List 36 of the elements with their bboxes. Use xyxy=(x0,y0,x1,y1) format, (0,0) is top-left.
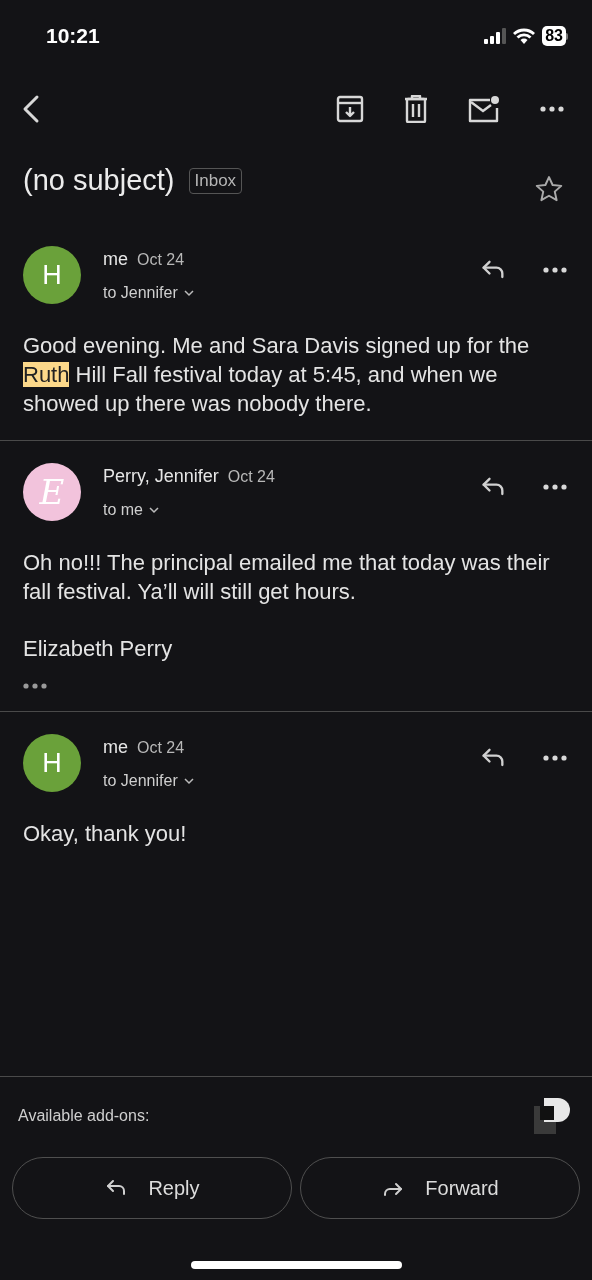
battery-indicator: 83 xyxy=(542,26,568,46)
recipients-toggle[interactable]: to Jennifer xyxy=(103,281,194,305)
archive-icon[interactable] xyxy=(336,95,364,123)
inbox-label[interactable]: Inbox xyxy=(188,168,243,194)
email-subject: (no subject) xyxy=(23,163,175,199)
sender-name: me xyxy=(103,736,128,759)
wifi-icon xyxy=(513,28,536,44)
addon-icon[interactable] xyxy=(534,1098,570,1134)
message-date: Oct 24 xyxy=(137,250,185,270)
message-body: Oh no!!! The principal emailed me that today was their fall festival. Ya’ll will still get hours. xyxy=(23,549,551,606)
more-options-icon[interactable] xyxy=(543,484,567,490)
chevron-down-icon xyxy=(183,777,194,785)
addons-label: Available add-ons: xyxy=(18,1106,150,1126)
recipients-toggle[interactable]: to me xyxy=(103,498,159,522)
more-icon[interactable] xyxy=(540,106,564,112)
avatar-letter: H xyxy=(42,746,62,780)
mark-unread-icon[interactable] xyxy=(468,95,500,123)
message-date: Oct 24 xyxy=(137,738,185,758)
trash-icon[interactable] xyxy=(404,95,428,123)
avatar-letter: E xyxy=(39,470,65,514)
status-time: 10:21 xyxy=(46,23,100,50)
sender-name: me xyxy=(103,248,128,271)
message-body: Good evening. Me and Sara Davis signed up for the Ruth Hill Fall festival today at 5:45, and when we showed up there was nobody there. xyxy=(23,332,531,418)
more-options-icon[interactable] xyxy=(543,755,567,761)
more-options-icon[interactable] xyxy=(543,267,567,273)
signal-icon xyxy=(484,28,507,44)
message-body: Elizabeth Perry xyxy=(23,635,174,663)
chevron-down-icon xyxy=(183,289,194,297)
avatar-letter: H xyxy=(42,258,62,292)
star-icon[interactable] xyxy=(534,174,564,204)
recipients-toggle[interactable]: to Jennifer xyxy=(103,769,194,793)
show-trimmed-icon[interactable] xyxy=(23,683,47,689)
message-date: Oct 24 xyxy=(227,467,275,487)
message-body: Okay, thank you! xyxy=(23,820,188,848)
chevron-down-icon xyxy=(149,506,159,514)
sender-name: Perry, Jennifer xyxy=(103,465,219,488)
